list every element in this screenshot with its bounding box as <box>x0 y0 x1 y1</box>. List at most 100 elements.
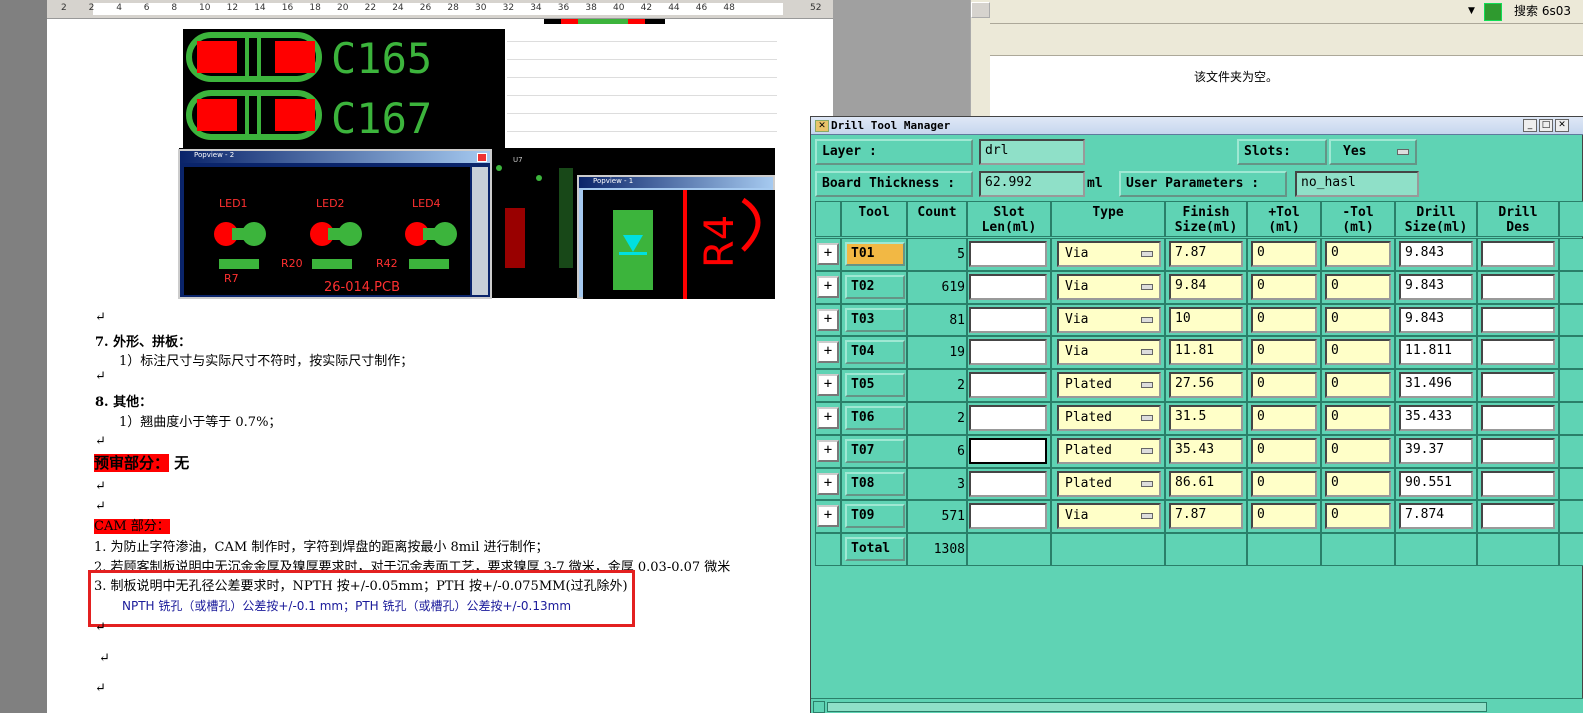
go-icon[interactable] <box>1484 3 1502 21</box>
finish-size-input[interactable]: 35.43 <box>1169 437 1243 464</box>
finish-size-input[interactable]: 31.5 <box>1169 405 1243 431</box>
drill-size-input[interactable]: 35.433 <box>1399 405 1473 431</box>
plus-tol-input[interactable]: 0 <box>1251 273 1317 300</box>
slot-length-input[interactable] <box>969 503 1047 530</box>
maximize-icon[interactable]: □ <box>1539 119 1553 132</box>
scroll-left-icon[interactable] <box>813 701 825 713</box>
board-thickness-field[interactable]: 62.992 <box>979 171 1085 197</box>
expand-row-button[interactable]: + <box>817 341 839 364</box>
plus-tol-input[interactable]: 0 <box>1251 372 1317 399</box>
tool-button-t07[interactable]: T07 <box>845 438 905 463</box>
minus-tol-input[interactable]: 0 <box>1325 470 1391 497</box>
plus-tol-input[interactable]: 0 <box>1251 437 1317 464</box>
plus-tol-input[interactable]: 0 <box>1251 470 1317 497</box>
drill-size-input[interactable]: 9.843 <box>1399 273 1473 300</box>
plus-tol-input[interactable]: 0 <box>1251 405 1317 431</box>
tool-button-t09[interactable]: T09 <box>845 504 905 529</box>
minus-tol-input[interactable]: 0 <box>1325 306 1391 333</box>
drill-des-input[interactable] <box>1481 339 1555 366</box>
tool-button-t01[interactable]: T01 <box>845 242 905 266</box>
slot-length-input[interactable] <box>969 273 1047 300</box>
type-select[interactable]: Plated <box>1057 470 1161 497</box>
type-select[interactable]: Via <box>1057 503 1161 530</box>
expand-row-button[interactable]: + <box>817 374 839 397</box>
drill-des-input[interactable] <box>1481 470 1555 497</box>
close-icon[interactable]: ✕ <box>1555 119 1569 132</box>
tool-button-t02[interactable]: T02 <box>845 274 905 299</box>
drill-size-input[interactable]: 31.496 <box>1399 372 1473 399</box>
popview-toolbar[interactable] <box>472 167 488 295</box>
type-select[interactable]: Plated <box>1057 437 1161 464</box>
expand-row-button[interactable]: + <box>817 439 839 462</box>
drill-des-input[interactable] <box>1481 405 1555 431</box>
expand-row-button[interactable]: + <box>817 275 839 298</box>
finish-size-input[interactable]: 9.84 <box>1169 273 1243 300</box>
slot-length-input[interactable] <box>969 372 1047 399</box>
close-icon[interactable] <box>477 153 487 162</box>
finish-size-input[interactable]: 7.87 <box>1169 503 1243 530</box>
type-select[interactable]: Via <box>1057 241 1161 267</box>
type-select[interactable]: Via <box>1057 273 1161 300</box>
title-bar[interactable]: ✕ Drill Tool Manager _ □ ✕ <box>811 117 1583 135</box>
document-page[interactable]: C165 C167 U7 Popview - 2 LED1 LED2 LED4 <box>47 14 833 713</box>
plus-tol-input[interactable]: 0 <box>1251 503 1317 530</box>
drill-des-input[interactable] <box>1481 372 1555 399</box>
drill-size-input[interactable]: 90.551 <box>1399 470 1473 497</box>
drill-size-input[interactable]: 7.874 <box>1399 503 1473 530</box>
popview-window-2[interactable]: Popview - 2 LED1 LED2 LED4 R7 R20 R42 26… <box>178 149 492 299</box>
slot-length-input[interactable] <box>969 470 1047 497</box>
drill-size-input[interactable]: 11.811 <box>1399 339 1473 366</box>
expand-row-button[interactable]: + <box>817 472 839 495</box>
minus-tol-input[interactable]: 0 <box>1325 372 1391 399</box>
tool-button-t06[interactable]: T06 <box>845 406 905 430</box>
slot-length-input[interactable] <box>969 437 1047 464</box>
type-select[interactable]: Via <box>1057 306 1161 333</box>
slot-length-input[interactable] <box>969 405 1047 431</box>
tool-button-t04[interactable]: T04 <box>845 340 905 365</box>
drill-des-input[interactable] <box>1481 241 1555 267</box>
expand-row-button[interactable]: + <box>817 308 839 331</box>
finish-size-input[interactable]: 86.61 <box>1169 470 1243 497</box>
expand-row-button[interactable]: + <box>817 505 839 528</box>
slot-length-input[interactable] <box>969 241 1047 267</box>
drill-tool-manager-window[interactable]: ✕ Drill Tool Manager _ □ ✕ Layer : drl S… <box>810 116 1583 713</box>
drill-des-input[interactable] <box>1481 437 1555 464</box>
minus-tol-input[interactable]: 0 <box>1325 503 1391 530</box>
user-parameters-field[interactable]: no_hasl <box>1295 171 1419 197</box>
minus-tol-input[interactable]: 0 <box>1325 437 1391 464</box>
horizontal-ruler[interactable]: 2 2 4 6 8 10 12 14 16 18 20 22 24 26 28 30 32 34 36 38 40 42 4… <box>47 0 833 19</box>
plus-tol-input[interactable]: 0 <box>1251 339 1317 366</box>
horizontal-scrollbar[interactable] <box>811 698 1583 713</box>
tool-button-t05[interactable]: T05 <box>845 373 905 398</box>
finish-size-input[interactable]: 10 <box>1169 306 1243 333</box>
drill-size-input[interactable]: 9.843 <box>1399 241 1473 267</box>
minus-tol-input[interactable]: 0 <box>1325 339 1391 366</box>
minus-tol-input[interactable]: 0 <box>1325 273 1391 300</box>
type-select[interactable]: Plated <box>1057 372 1161 399</box>
search-label[interactable]: 搜索 6s03 <box>1514 2 1571 19</box>
drill-size-input[interactable]: 9.843 <box>1399 306 1473 333</box>
slot-length-input[interactable] <box>969 339 1047 366</box>
slot-length-input[interactable] <box>969 306 1047 333</box>
dropdown-arrow-icon[interactable]: ▼ <box>1468 6 1478 16</box>
popview-window-1[interactable]: Popview - 1 R4 <box>577 175 775 299</box>
minus-tol-input[interactable]: 0 <box>1325 241 1391 267</box>
finish-size-input[interactable]: 7.87 <box>1169 241 1243 267</box>
type-select[interactable]: Plated <box>1057 405 1161 431</box>
minus-tol-input[interactable]: 0 <box>1325 405 1391 431</box>
type-select[interactable]: Via <box>1057 339 1161 366</box>
finish-size-input[interactable]: 11.81 <box>1169 339 1243 366</box>
drill-size-input[interactable]: 39.37 <box>1399 437 1473 464</box>
plus-tol-input[interactable]: 0 <box>1251 306 1317 333</box>
minimize-icon[interactable]: _ <box>1523 119 1537 132</box>
finish-size-input[interactable]: 27.56 <box>1169 372 1243 399</box>
slots-select[interactable]: Yes <box>1329 139 1417 165</box>
tool-button-t03[interactable]: T03 <box>845 307 905 332</box>
drill-des-input[interactable] <box>1481 273 1555 300</box>
drill-des-input[interactable] <box>1481 306 1555 333</box>
expand-row-button[interactable]: + <box>817 407 839 429</box>
tool-button-t08[interactable]: T08 <box>845 471 905 496</box>
expand-row-button[interactable]: + <box>817 243 839 265</box>
drill-des-input[interactable] <box>1481 503 1555 530</box>
plus-tol-input[interactable]: 0 <box>1251 241 1317 267</box>
